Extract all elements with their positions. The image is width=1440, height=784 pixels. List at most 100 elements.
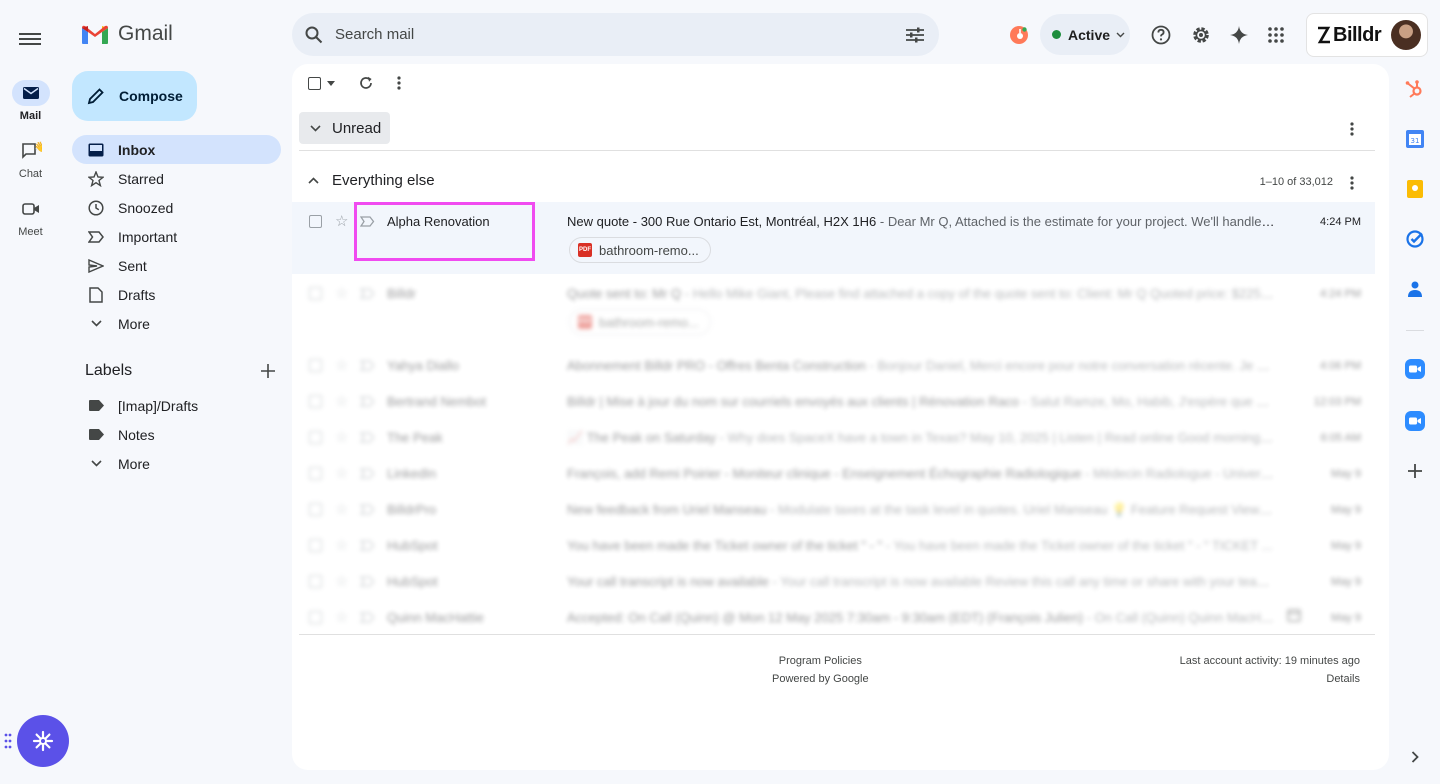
gmail-logo[interactable]: Gmail <box>81 22 173 46</box>
attachment-chip[interactable]: PDF bathroom-remo... <box>569 309 711 335</box>
sidebar-item-important[interactable]: Important <box>72 222 281 251</box>
add-addon-icon[interactable] <box>1404 460 1426 482</box>
row-checkbox[interactable] <box>309 575 322 588</box>
email-row[interactable]: ☆ BilldrPro New feedback from Uriel Mans… <box>292 490 1375 526</box>
rail-item-meet[interactable]: Meet <box>0 196 61 238</box>
star-icon[interactable]: ☆ <box>335 356 348 374</box>
star-icon[interactable]: ☆ <box>335 212 348 230</box>
sidebar-item-snoozed[interactable]: Snoozed <box>72 193 281 222</box>
important-marker-icon[interactable] <box>360 396 375 407</box>
account-switcher[interactable]: Billdr <box>1306 13 1428 57</box>
apps-grid-icon[interactable] <box>1265 24 1287 46</box>
attachment-chip[interactable]: PDF bathroom-remo... <box>569 237 711 263</box>
tasks-icon[interactable] <box>1404 228 1426 250</box>
hubspot-extension-icon[interactable] <box>1008 24 1030 46</box>
email-row[interactable]: ☆ The Peak 📈 The Peak on Saturday - Why … <box>292 418 1375 454</box>
compose-button[interactable]: Compose <box>72 71 197 121</box>
email-subject: New feedback from Uriel Manseau <box>567 502 767 517</box>
expand-panel-icon[interactable] <box>1404 746 1426 768</box>
label-item-label: Notes <box>118 426 155 443</box>
avatar[interactable] <box>1391 20 1421 50</box>
unread-section-more-icon[interactable] <box>1350 122 1354 136</box>
else-section-more-icon[interactable] <box>1350 176 1354 190</box>
drag-handle-icon[interactable] <box>4 733 12 749</box>
email-row[interactable]: ☆ Quinn MacHattie Accepted: On Call (Qui… <box>292 598 1375 634</box>
search-icon[interactable] <box>305 26 323 44</box>
assistant-launcher-button[interactable] <box>17 715 69 767</box>
row-checkbox[interactable] <box>309 215 322 228</box>
row-checkbox[interactable] <box>309 395 322 408</box>
important-marker-icon[interactable] <box>360 504 375 515</box>
star-icon[interactable]: ☆ <box>335 428 348 446</box>
row-checkbox[interactable] <box>309 539 322 552</box>
email-time: 12:03 PM <box>1313 396 1361 408</box>
gemini-sparkle-icon[interactable] <box>1228 24 1250 46</box>
keep-icon[interactable] <box>1404 178 1426 200</box>
important-marker-icon[interactable] <box>360 576 375 587</box>
important-marker-icon[interactable] <box>360 540 375 551</box>
email-sender: BilldrPro <box>387 502 437 517</box>
row-checkbox[interactable] <box>309 359 322 372</box>
caret-down-icon[interactable] <box>327 80 335 86</box>
row-checkbox[interactable] <box>309 503 322 516</box>
section-else-toggle[interactable]: Everything else <box>308 172 435 189</box>
email-row[interactable]: ☆ HubSpot Your call transcript is now av… <box>292 562 1375 598</box>
star-icon[interactable]: ☆ <box>335 284 348 302</box>
select-all-checkbox[interactable] <box>308 76 335 90</box>
rail-item-chat[interactable]: 👋 Chat <box>0 138 61 180</box>
email-row[interactable]: ☆ Bertrand Nembot Billdr | Mise à jour d… <box>292 382 1375 418</box>
sidebar-item-sent[interactable]: Sent <box>72 251 281 280</box>
star-icon[interactable]: ☆ <box>335 464 348 482</box>
zoom-icon[interactable] <box>1404 358 1426 380</box>
email-row[interactable]: ☆ HubSpot You have been made the Ticket … <box>292 526 1375 562</box>
rail-item-mail[interactable]: Mail <box>0 80 61 122</box>
important-marker-icon[interactable] <box>360 360 375 371</box>
search-bar[interactable] <box>292 13 939 56</box>
sidebar-item-inbox[interactable]: Inbox <box>72 135 281 164</box>
email-row[interactable]: ☆ Alpha Renovation New quote - 300 Rue O… <box>292 202 1375 274</box>
details-link[interactable]: Details <box>1180 670 1360 688</box>
main-menu-icon[interactable] <box>19 30 41 50</box>
important-marker-icon[interactable] <box>360 612 375 623</box>
row-checkbox[interactable] <box>309 287 322 300</box>
label-item-more[interactable]: More <box>72 449 281 478</box>
label-item-notes[interactable]: Notes <box>72 420 281 449</box>
add-label-icon[interactable] <box>261 364 275 378</box>
zoom-meetings-icon[interactable] <box>1404 410 1426 432</box>
important-marker-icon[interactable] <box>360 216 375 227</box>
row-checkbox[interactable] <box>309 431 322 444</box>
refresh-icon[interactable] <box>359 76 373 90</box>
calendar-icon[interactable]: 31 <box>1404 128 1426 150</box>
labels-title: Labels <box>85 362 133 379</box>
star-icon[interactable]: ☆ <box>335 608 348 626</box>
label-item-imap-drafts[interactable]: [Imap]/Drafts <box>72 391 281 420</box>
row-checkbox[interactable] <box>309 467 322 480</box>
star-icon[interactable]: ☆ <box>335 536 348 554</box>
sidebar-item-drafts[interactable]: Drafts <box>72 280 281 309</box>
sidebar-item-more[interactable]: More <box>72 309 281 338</box>
email-row[interactable]: ☆ Billdr Quote sent to: Mr Q - Hello Mik… <box>292 274 1375 346</box>
status-selector[interactable]: Active <box>1040 14 1130 55</box>
program-policies-link[interactable]: Program Policies <box>772 652 869 670</box>
section-unread-toggle[interactable]: Unread <box>299 112 390 144</box>
settings-gear-icon[interactable] <box>1190 24 1212 46</box>
label-item-label: [Imap]/Drafts <box>118 397 199 414</box>
search-input[interactable] <box>335 26 875 43</box>
email-row[interactable]: ☆ Yahya Diallo Abonnement Billdr PRO - O… <box>292 346 1375 382</box>
sidebar-item-starred[interactable]: Starred <box>72 164 281 193</box>
important-marker-icon[interactable] <box>360 432 375 443</box>
search-options-icon[interactable] <box>906 27 924 43</box>
important-marker-icon[interactable] <box>360 288 375 299</box>
star-icon[interactable]: ☆ <box>335 392 348 410</box>
row-checkbox[interactable] <box>309 611 322 624</box>
important-icon <box>88 229 104 245</box>
hubspot-icon[interactable] <box>1404 78 1426 100</box>
star-icon[interactable]: ☆ <box>335 572 348 590</box>
help-icon[interactable] <box>1150 24 1172 46</box>
contacts-icon[interactable] <box>1404 278 1426 300</box>
email-row[interactable]: ☆ LinkedIn François, add Remi Poirier - … <box>292 454 1375 490</box>
labels-list: [Imap]/Drafts Notes More <box>72 391 281 478</box>
more-vertical-icon[interactable] <box>397 76 401 90</box>
star-icon[interactable]: ☆ <box>335 500 348 518</box>
important-marker-icon[interactable] <box>360 468 375 479</box>
